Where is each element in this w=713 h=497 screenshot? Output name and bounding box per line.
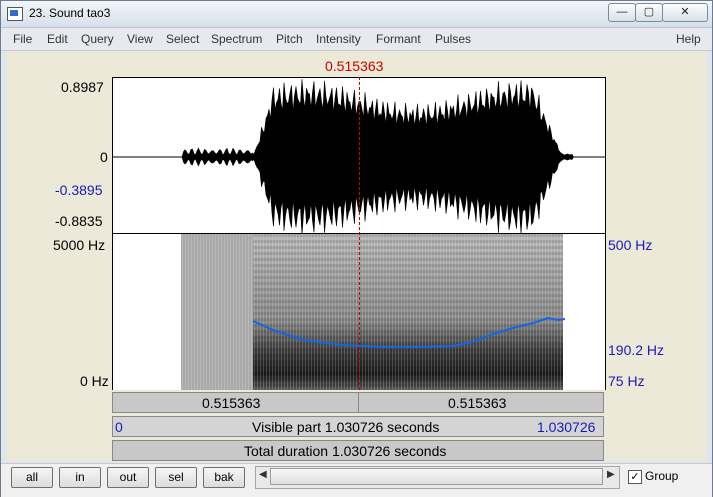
menu-file[interactable]: File xyxy=(13,32,32,46)
pitch-max-label: 500 Hz xyxy=(608,237,653,253)
menu-pitch[interactable]: Pitch xyxy=(276,32,303,46)
time-bar-left-label: 0.515363 xyxy=(202,395,261,411)
menu-spectrum[interactable]: Spectrum xyxy=(211,32,262,46)
menu-query[interactable]: Query xyxy=(81,32,114,46)
window-title: 23. Sound tao3 xyxy=(29,6,111,20)
minimize-button[interactable]: — xyxy=(608,3,636,22)
zoom-all-button[interactable]: all xyxy=(11,467,53,488)
menu-view[interactable]: View xyxy=(127,32,153,46)
waveform-zero-label: 0 xyxy=(100,149,108,165)
zoom-out-button[interactable]: out xyxy=(107,467,149,488)
zoom-selection-button[interactable]: sel xyxy=(155,467,197,488)
menu-edit[interactable]: Edit xyxy=(47,32,68,46)
spectrogram-min-freq: 0 Hz xyxy=(80,373,109,389)
spectrogram-max-freq: 5000 Hz xyxy=(53,237,106,253)
waveform-cursor-value: -0.3895 xyxy=(55,182,103,198)
scroll-left-icon[interactable]: ◀ xyxy=(259,469,267,480)
group-label: Group xyxy=(645,469,679,483)
scroll-right-icon[interactable]: ▶ xyxy=(607,469,615,480)
cursor-time-label: 0.515363 xyxy=(325,58,384,74)
group-checkbox[interactable]: ✓ xyxy=(628,470,642,484)
menu-help[interactable]: Help xyxy=(676,32,701,46)
pitch-min-label: 75 Hz xyxy=(608,373,645,389)
menu-pulses[interactable]: Pulses xyxy=(435,32,471,46)
waveform-min-label: -0.8835 xyxy=(55,213,103,229)
selection-time-bar[interactable] xyxy=(112,392,604,413)
waveform-max-label: 0.8987 xyxy=(61,79,104,95)
visible-end-label: 1.030726 xyxy=(537,419,596,435)
scrollbar-thumb[interactable] xyxy=(270,468,603,485)
menu-select[interactable]: Select xyxy=(166,32,199,46)
menu-bar: File Edit Query View Select Spectrum Pit… xyxy=(1,28,712,51)
title-bar: 23. Sound tao3 — ▢ ✕ xyxy=(1,1,712,28)
visible-part-label: Visible part 1.030726 seconds xyxy=(252,419,440,435)
pitch-cursor-label: 190.2 Hz xyxy=(608,342,665,358)
zoom-in-button[interactable]: in xyxy=(59,467,101,488)
menu-formant[interactable]: Formant xyxy=(376,32,421,46)
sound-editor-window: 23. Sound tao3 — ▢ ✕ File Edit Query Vie… xyxy=(0,0,713,497)
time-bar-right-label: 0.515363 xyxy=(448,395,507,411)
horizontal-scrollbar[interactable]: ◀ ▶ xyxy=(255,466,620,489)
close-button[interactable]: ✕ xyxy=(662,3,708,22)
time-cursor xyxy=(359,77,360,390)
total-duration-label: Total duration 1.030726 seconds xyxy=(244,443,447,459)
menu-intensity[interactable]: Intensity xyxy=(316,32,361,46)
maximize-button[interactable]: ▢ xyxy=(635,3,663,22)
zoom-back-button[interactable]: bak xyxy=(203,467,245,488)
visible-start-label: 0 xyxy=(115,419,123,435)
app-icon xyxy=(7,7,23,21)
